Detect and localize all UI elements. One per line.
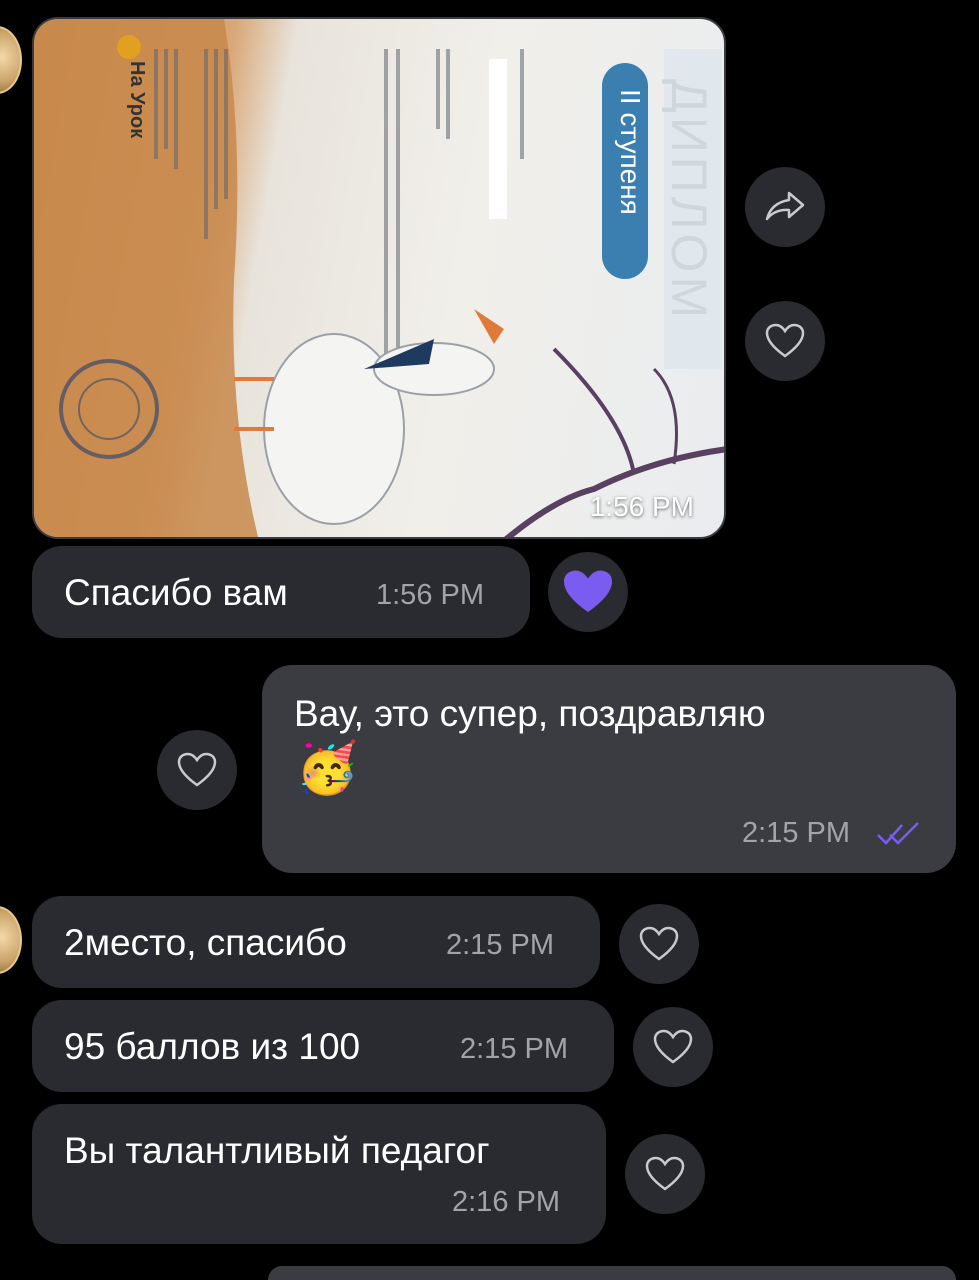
sender-avatar[interactable] bbox=[0, 26, 22, 94]
heart-filled-icon bbox=[564, 570, 612, 612]
party-emoji: 🥳 bbox=[296, 739, 359, 797]
incoming-message[interactable]: Вы талантливый педагог 2:16 PM bbox=[32, 1104, 606, 1244]
message-text: Вы талантливый педагог bbox=[64, 1130, 490, 1171]
message-text: Вау, это супер, поздравляю bbox=[294, 693, 766, 734]
message-text: 2место, спасибо bbox=[64, 922, 347, 963]
react-button[interactable] bbox=[633, 1007, 713, 1087]
message-time: 2:15 PM bbox=[460, 1033, 568, 1065]
heart-outline-icon bbox=[639, 926, 679, 961]
react-button[interactable] bbox=[157, 730, 237, 810]
message-time: 1:56 PM bbox=[376, 579, 484, 611]
reaction-badge[interactable] bbox=[548, 552, 628, 632]
diploma-photo: ДИПЛОМ II ступеня На Урок bbox=[34, 19, 724, 537]
heart-outline-icon bbox=[645, 1156, 685, 1191]
outgoing-message[interactable] bbox=[268, 1266, 956, 1280]
photo-message[interactable]: ДИПЛОМ II ступеня На Урок 1:56 PM bbox=[32, 17, 726, 539]
heart-outline-icon bbox=[653, 1029, 693, 1064]
diploma-logo: На Урок bbox=[126, 61, 148, 139]
incoming-message[interactable]: Спасибо вам 1:56 PM bbox=[32, 546, 530, 638]
forward-button[interactable] bbox=[745, 167, 825, 247]
diploma-title: ДИПЛОМ bbox=[661, 79, 717, 323]
forward-icon bbox=[765, 191, 805, 221]
message-time: 2:15 PM bbox=[446, 929, 554, 961]
sender-avatar[interactable] bbox=[0, 906, 22, 974]
outgoing-message[interactable]: Вау, это супер, поздравляю 🥳 2:15 PM bbox=[262, 665, 956, 873]
message-text: Спасибо вам bbox=[64, 572, 288, 613]
incoming-message[interactable]: 2место, спасибо 2:15 PM bbox=[32, 896, 600, 988]
double-check-icon bbox=[877, 822, 919, 845]
message-time: 1:56 PM bbox=[589, 491, 694, 522]
heart-outline-icon bbox=[765, 323, 805, 358]
message-text: 95 баллов из 100 bbox=[64, 1026, 361, 1067]
react-button[interactable] bbox=[625, 1134, 705, 1214]
message-time: 2:16 PM bbox=[452, 1186, 560, 1218]
message-time: 2:15 PM bbox=[742, 817, 850, 849]
heart-outline-icon bbox=[177, 752, 217, 787]
react-button[interactable] bbox=[745, 301, 825, 381]
incoming-message[interactable]: 95 баллов из 100 2:15 PM bbox=[32, 1000, 614, 1092]
react-button[interactable] bbox=[619, 904, 699, 984]
diploma-degree: II ступеня bbox=[615, 89, 646, 215]
